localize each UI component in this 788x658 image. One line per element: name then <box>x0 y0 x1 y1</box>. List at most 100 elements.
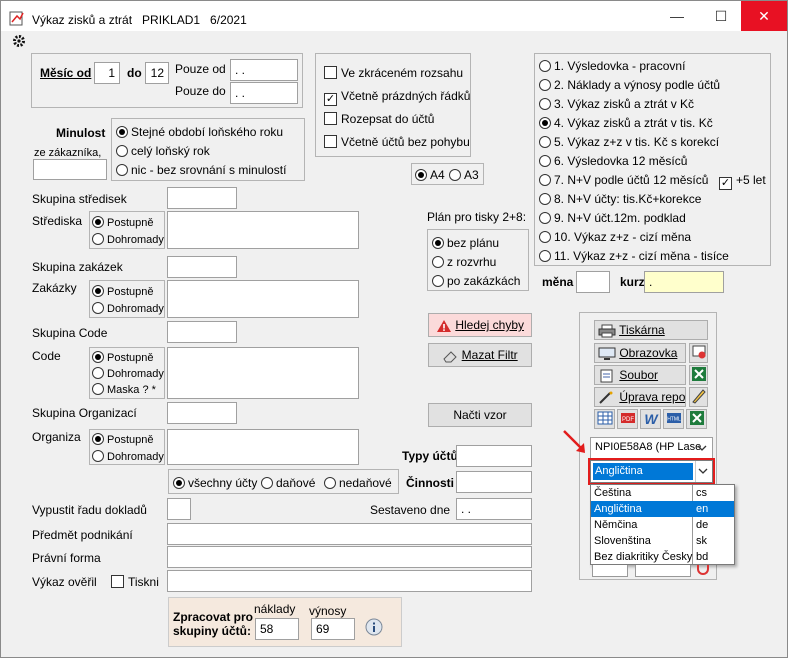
language-option-sk[interactable]: Slovenština sk <box>591 533 734 549</box>
minulost-group: Stejné období loňského roku celý loňský … <box>111 118 305 181</box>
vsechny-ucty-radio[interactable]: všechny účty <box>173 476 257 490</box>
org-dohromady-radio[interactable]: Dohromady <box>92 450 164 463</box>
soubor-button[interactable]: Soubor <box>594 365 686 385</box>
pravni-input[interactable] <box>167 546 532 568</box>
plan-option-3[interactable]: po zakázkách <box>432 274 520 288</box>
report-option-4[interactable]: 4. Výkaz zisků a ztrát v tis. Kč <box>539 116 713 130</box>
pdf-export-button[interactable]: PDF <box>617 409 638 429</box>
organizace-input[interactable] <box>167 429 359 465</box>
kurz-input[interactable]: . <box>644 271 724 293</box>
report-option-10[interactable]: 10. Výkaz z+z - cizí měna <box>539 230 691 244</box>
report-option-9[interactable]: 9. N+V účt.12m. podklad <box>539 211 686 225</box>
code-input[interactable] <box>167 347 359 399</box>
month-to-input[interactable]: 12 <box>145 62 169 84</box>
preview-setup-button[interactable] <box>689 343 708 363</box>
hledej-chyby-button[interactable]: Hledej chyby <box>428 313 532 337</box>
report-option-8[interactable]: 8. N+V účty: tis.Kč+korekce <box>539 192 701 206</box>
minimize-button[interactable]: — <box>655 1 699 31</box>
maximize-button[interactable]: ☐ <box>699 1 743 31</box>
mena-input[interactable] <box>576 271 610 293</box>
language-option-cs[interactable]: Čeština cs <box>591 485 734 501</box>
zakazky-postupne-radio[interactable]: Postupně <box>92 285 153 298</box>
a3-radio[interactable]: A3 <box>449 168 479 182</box>
table-icon <box>597 411 612 425</box>
pouze-od-input[interactable]: . . <box>230 59 298 81</box>
vynosy-input[interactable]: 69 <box>311 618 355 640</box>
zakazky-input[interactable] <box>167 280 359 318</box>
info-icon[interactable] <box>365 618 383 636</box>
word-export-button[interactable]: W <box>640 409 661 429</box>
skupina-zakazek-input[interactable] <box>167 256 237 278</box>
cinnosti-input[interactable] <box>456 471 532 493</box>
organizace-mode-group: Postupně Dohromady <box>89 429 165 465</box>
skupina-stredisek-input[interactable] <box>167 187 237 209</box>
overil-input[interactable] <box>167 570 532 592</box>
predmet-input[interactable] <box>167 523 532 545</box>
html-export-button[interactable]: HTML <box>663 409 684 429</box>
naklady-input[interactable]: 58 <box>255 618 299 640</box>
plan-option-2[interactable]: z rozvrhu <box>432 255 496 269</box>
report-option-11[interactable]: 11. Výkaz z+z - cizí měna - tisíce <box>539 249 729 263</box>
copies-spinner[interactable] <box>592 565 628 577</box>
pouze-do-input[interactable]: . . <box>230 82 298 104</box>
pages-input[interactable] <box>635 565 691 577</box>
cinnosti-label: Činnosti <box>406 476 454 490</box>
period-group: Měsíc od 1 do 12 Pouze od . . Pouze do .… <box>31 53 303 108</box>
zakazky-dohromady-radio[interactable]: Dohromady <box>92 302 164 315</box>
plus5-checkbox[interactable]: ✓ +5 let <box>719 173 766 190</box>
table-export-button[interactable] <box>594 409 615 429</box>
report-option-2[interactable]: 2. Náklady a výnosy podle účtů <box>539 78 720 92</box>
design-button[interactable] <box>689 387 708 407</box>
obrazovka-button[interactable]: Obrazovka <box>594 343 686 363</box>
language-select[interactable]: Angličtina <box>590 460 713 483</box>
danove-radio[interactable]: daňové <box>261 476 315 490</box>
plan-option-1-label: bez plánu <box>447 236 500 250</box>
pravni-label: Právní forma <box>32 551 101 565</box>
code-postupne-radio[interactable]: Postupně <box>92 351 153 364</box>
plan-option-1[interactable]: bez plánu <box>432 236 499 250</box>
minulost-option-1[interactable]: Stejné období loňského roku <box>116 125 283 139</box>
strediska-input[interactable] <box>167 211 359 249</box>
report-option-3[interactable]: 3. Výkaz zisků a ztrát v Kč <box>539 97 694 111</box>
report-option-6[interactable]: 6. Výsledovka 12 měsíců <box>539 154 687 168</box>
strediska-dohromady-radio[interactable]: Dohromady <box>92 233 164 246</box>
skupina-code-input[interactable] <box>167 321 237 343</box>
skupina-org-input[interactable] <box>167 402 237 424</box>
language-option-bd[interactable]: Bez diakritiky Česky bd <box>591 549 734 565</box>
org-postupne-radio[interactable]: Postupně <box>92 433 153 446</box>
nacti-vzor-button[interactable]: Načti vzor <box>428 403 532 427</box>
month-from-input[interactable]: 1 <box>94 62 120 84</box>
language-option-de[interactable]: Němčina de <box>591 517 734 533</box>
vypustit-input[interactable] <box>167 498 191 520</box>
report-option-1[interactable]: 1. Výsledovka - pracovní <box>539 59 685 73</box>
language-option-en[interactable]: Angličtina en <box>591 501 734 517</box>
nedanove-radio[interactable]: nedaňové <box>324 476 392 490</box>
excel-export-button[interactable] <box>686 409 707 429</box>
prazdne-checkbox[interactable]: ✓ Včetně prázdných řádků <box>324 89 470 106</box>
minulost-option-2[interactable]: celý loňský rok <box>116 144 210 158</box>
rozepsat-checkbox[interactable]: Rozepsat do účtů <box>324 112 434 126</box>
tiskarna-button[interactable]: Tiskárna <box>594 320 708 340</box>
typy-uctu-input[interactable] <box>456 445 532 467</box>
mazat-filtr-button[interactable]: Mazat Filtr <box>428 343 532 367</box>
code-maska-radio[interactable]: Maska ? * <box>92 383 156 396</box>
printer-select[interactable]: NPI0E58A8 (HP Lase <box>590 437 713 459</box>
zakaznik-input[interactable] <box>33 159 107 180</box>
language-name: Němčina <box>594 519 638 531</box>
uprava-reportu-button[interactable]: Úprava repor <box>594 387 686 407</box>
code-dohromady-radio[interactable]: Dohromady <box>92 367 164 380</box>
bez-pohybu-checkbox[interactable]: Včetně účtů bez pohybu <box>324 135 470 149</box>
excel-button[interactable] <box>689 365 708 385</box>
tiskni-checkbox[interactable]: Tiskni <box>111 575 159 589</box>
sestaveno-input[interactable]: . . <box>456 498 532 520</box>
gear-icon[interactable] <box>12 34 26 48</box>
plan-group: bez plánu z rozvrhu po zakázkách <box>427 229 529 291</box>
a4-radio[interactable]: A4 <box>415 168 445 182</box>
strediska-postupne-radio[interactable]: Postupně <box>92 216 153 229</box>
zkraceny-checkbox[interactable]: Ve zkráceném rozsahu <box>324 66 463 80</box>
report-option-7[interactable]: 7. N+V podle účtů 12 měsíců <box>539 173 708 187</box>
minulost-option-3[interactable]: nic - bez srovnání s minulostí <box>116 163 286 177</box>
report-option-5[interactable]: 5. Výkaz z+z v tis. Kč s korekcí <box>539 135 719 149</box>
close-button[interactable]: ✕ <box>741 1 787 31</box>
strediska-dohromady-label: Dohromady <box>107 234 164 246</box>
